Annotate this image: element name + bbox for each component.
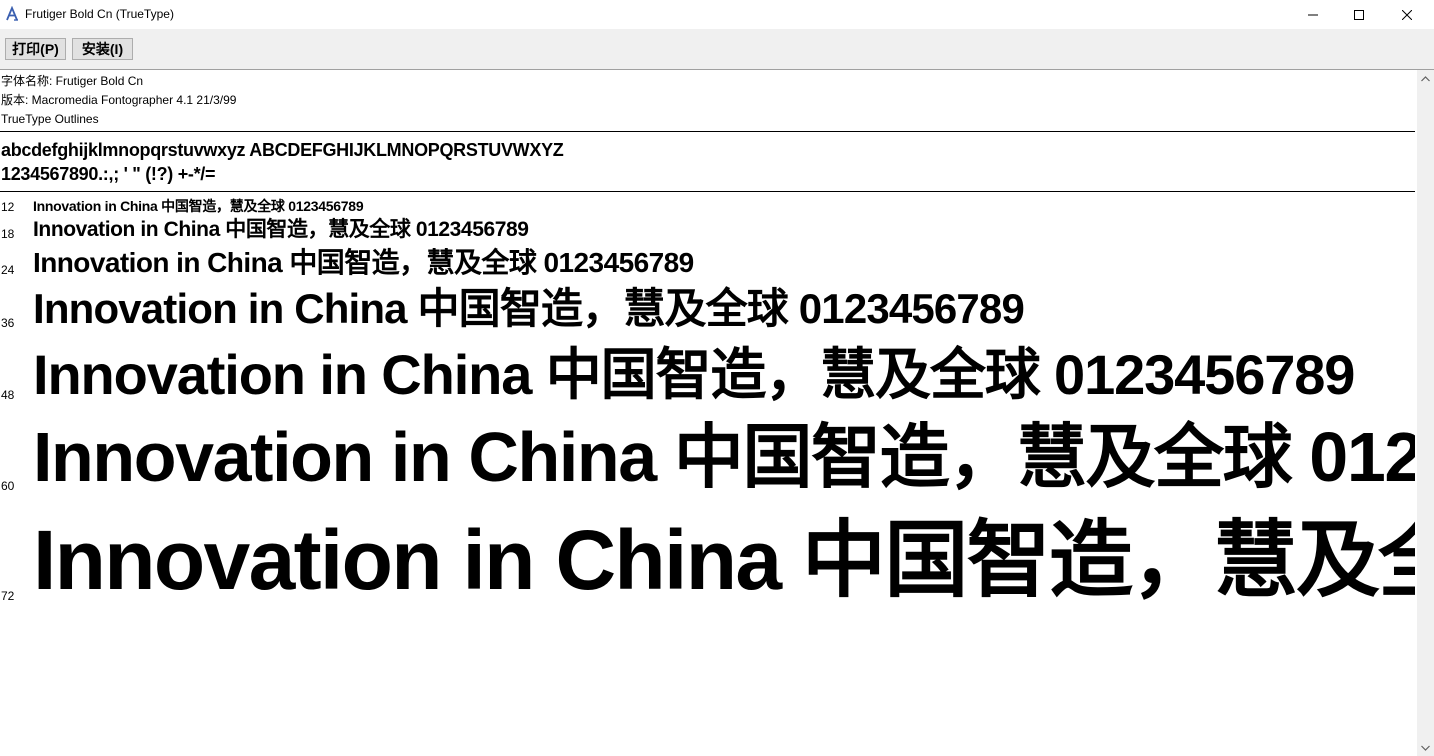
close-icon: [1402, 9, 1412, 20]
sample-row-18: 18 Innovation in China 中国智造，慧及全球 0123456…: [0, 217, 1415, 245]
divider: [0, 131, 1415, 132]
scroll-up-arrow-icon: [1421, 75, 1430, 81]
close-button[interactable]: [1384, 0, 1430, 29]
charset-digits-symbols: 1234567890.:,; ' " (!?) +-*/=: [1, 164, 216, 184]
font-version-line: 版本: Macromedia Fontographer 4.1 21/3/99: [1, 93, 237, 107]
sample-row-60: 60 Innovation in China 中国智造，慧及全球 0123456…: [0, 410, 1415, 502]
maximize-button[interactable]: [1336, 0, 1382, 29]
install-button[interactable]: 安装(I): [72, 38, 133, 60]
font-name-line: 字体名称: Frutiger Bold Cn: [1, 74, 144, 88]
size-label: 36: [1, 316, 15, 330]
sample-row-36: 36 Innovation in China 中国智造，慧及全球 0123456…: [0, 283, 1415, 337]
sample-text: Innovation in China 中国智造，慧及全球 0123456789: [33, 198, 364, 214]
font-a-icon: [6, 6, 18, 21]
title-bar[interactable]: Frutiger Bold Cn (TrueType): [0, 0, 1434, 29]
sample-text: Innovation in China 中国智造，慧及全球 0123456789: [33, 418, 1415, 496]
charset-letters: abcdefghijklmnopqrstuvwxyz ABCDEFGHIJKLM…: [1, 140, 564, 160]
sample-row-12: 12 Innovation in China 中国智造，慧及全球 0123456…: [0, 197, 1415, 217]
sample-text: Innovation in China 中国智造，慧及全球 0123456789: [33, 285, 1025, 332]
sample-text: Innovation in China 中国智造，慧及全球 0123456789: [33, 247, 694, 278]
window-title: Frutiger Bold Cn (TrueType): [25, 7, 174, 21]
vertical-scrollbar[interactable]: [1417, 70, 1434, 756]
minimize-icon: [1308, 14, 1318, 15]
sample-text: Innovation in China 中国智造，慧及全球 0123456789: [33, 343, 1355, 406]
sample-text: Innovation in China 中国智造，慧及全球 0123456789: [33, 513, 1415, 607]
divider: [0, 191, 1415, 192]
scroll-track[interactable]: [1418, 87, 1433, 739]
scroll-up-button[interactable]: [1417, 70, 1434, 87]
size-label: 24: [1, 263, 15, 277]
size-label: 12: [1, 200, 15, 214]
size-label: 60: [1, 479, 15, 493]
minimize-button[interactable]: [1290, 0, 1336, 29]
sample-text: Innovation in China 中国智造，慧及全球 0123456789: [33, 218, 529, 241]
font-type-line: TrueType Outlines: [1, 112, 99, 126]
scroll-down-arrow-icon: [1421, 745, 1430, 751]
size-label: 72: [1, 589, 15, 603]
size-label: 48: [1, 388, 15, 402]
toolbar: 打印(P) 安装(I): [0, 29, 1434, 69]
maximize-icon: [1354, 9, 1364, 20]
print-button[interactable]: 打印(P): [5, 38, 66, 60]
sample-row-72: 72 Innovation in China 中国智造，慧及全球 0123456…: [0, 502, 1415, 614]
sample-row-48: 48 Innovation in China 中国智造，慧及全球 0123456…: [0, 338, 1415, 410]
sample-row-24: 24 Innovation in China 中国智造，慧及全球 0123456…: [0, 245, 1415, 283]
font-preview-area: 字体名称: Frutiger Bold Cn 版本: Macromedia Fo…: [0, 70, 1417, 756]
size-label: 18: [1, 227, 15, 241]
scroll-down-button[interactable]: [1417, 739, 1434, 756]
